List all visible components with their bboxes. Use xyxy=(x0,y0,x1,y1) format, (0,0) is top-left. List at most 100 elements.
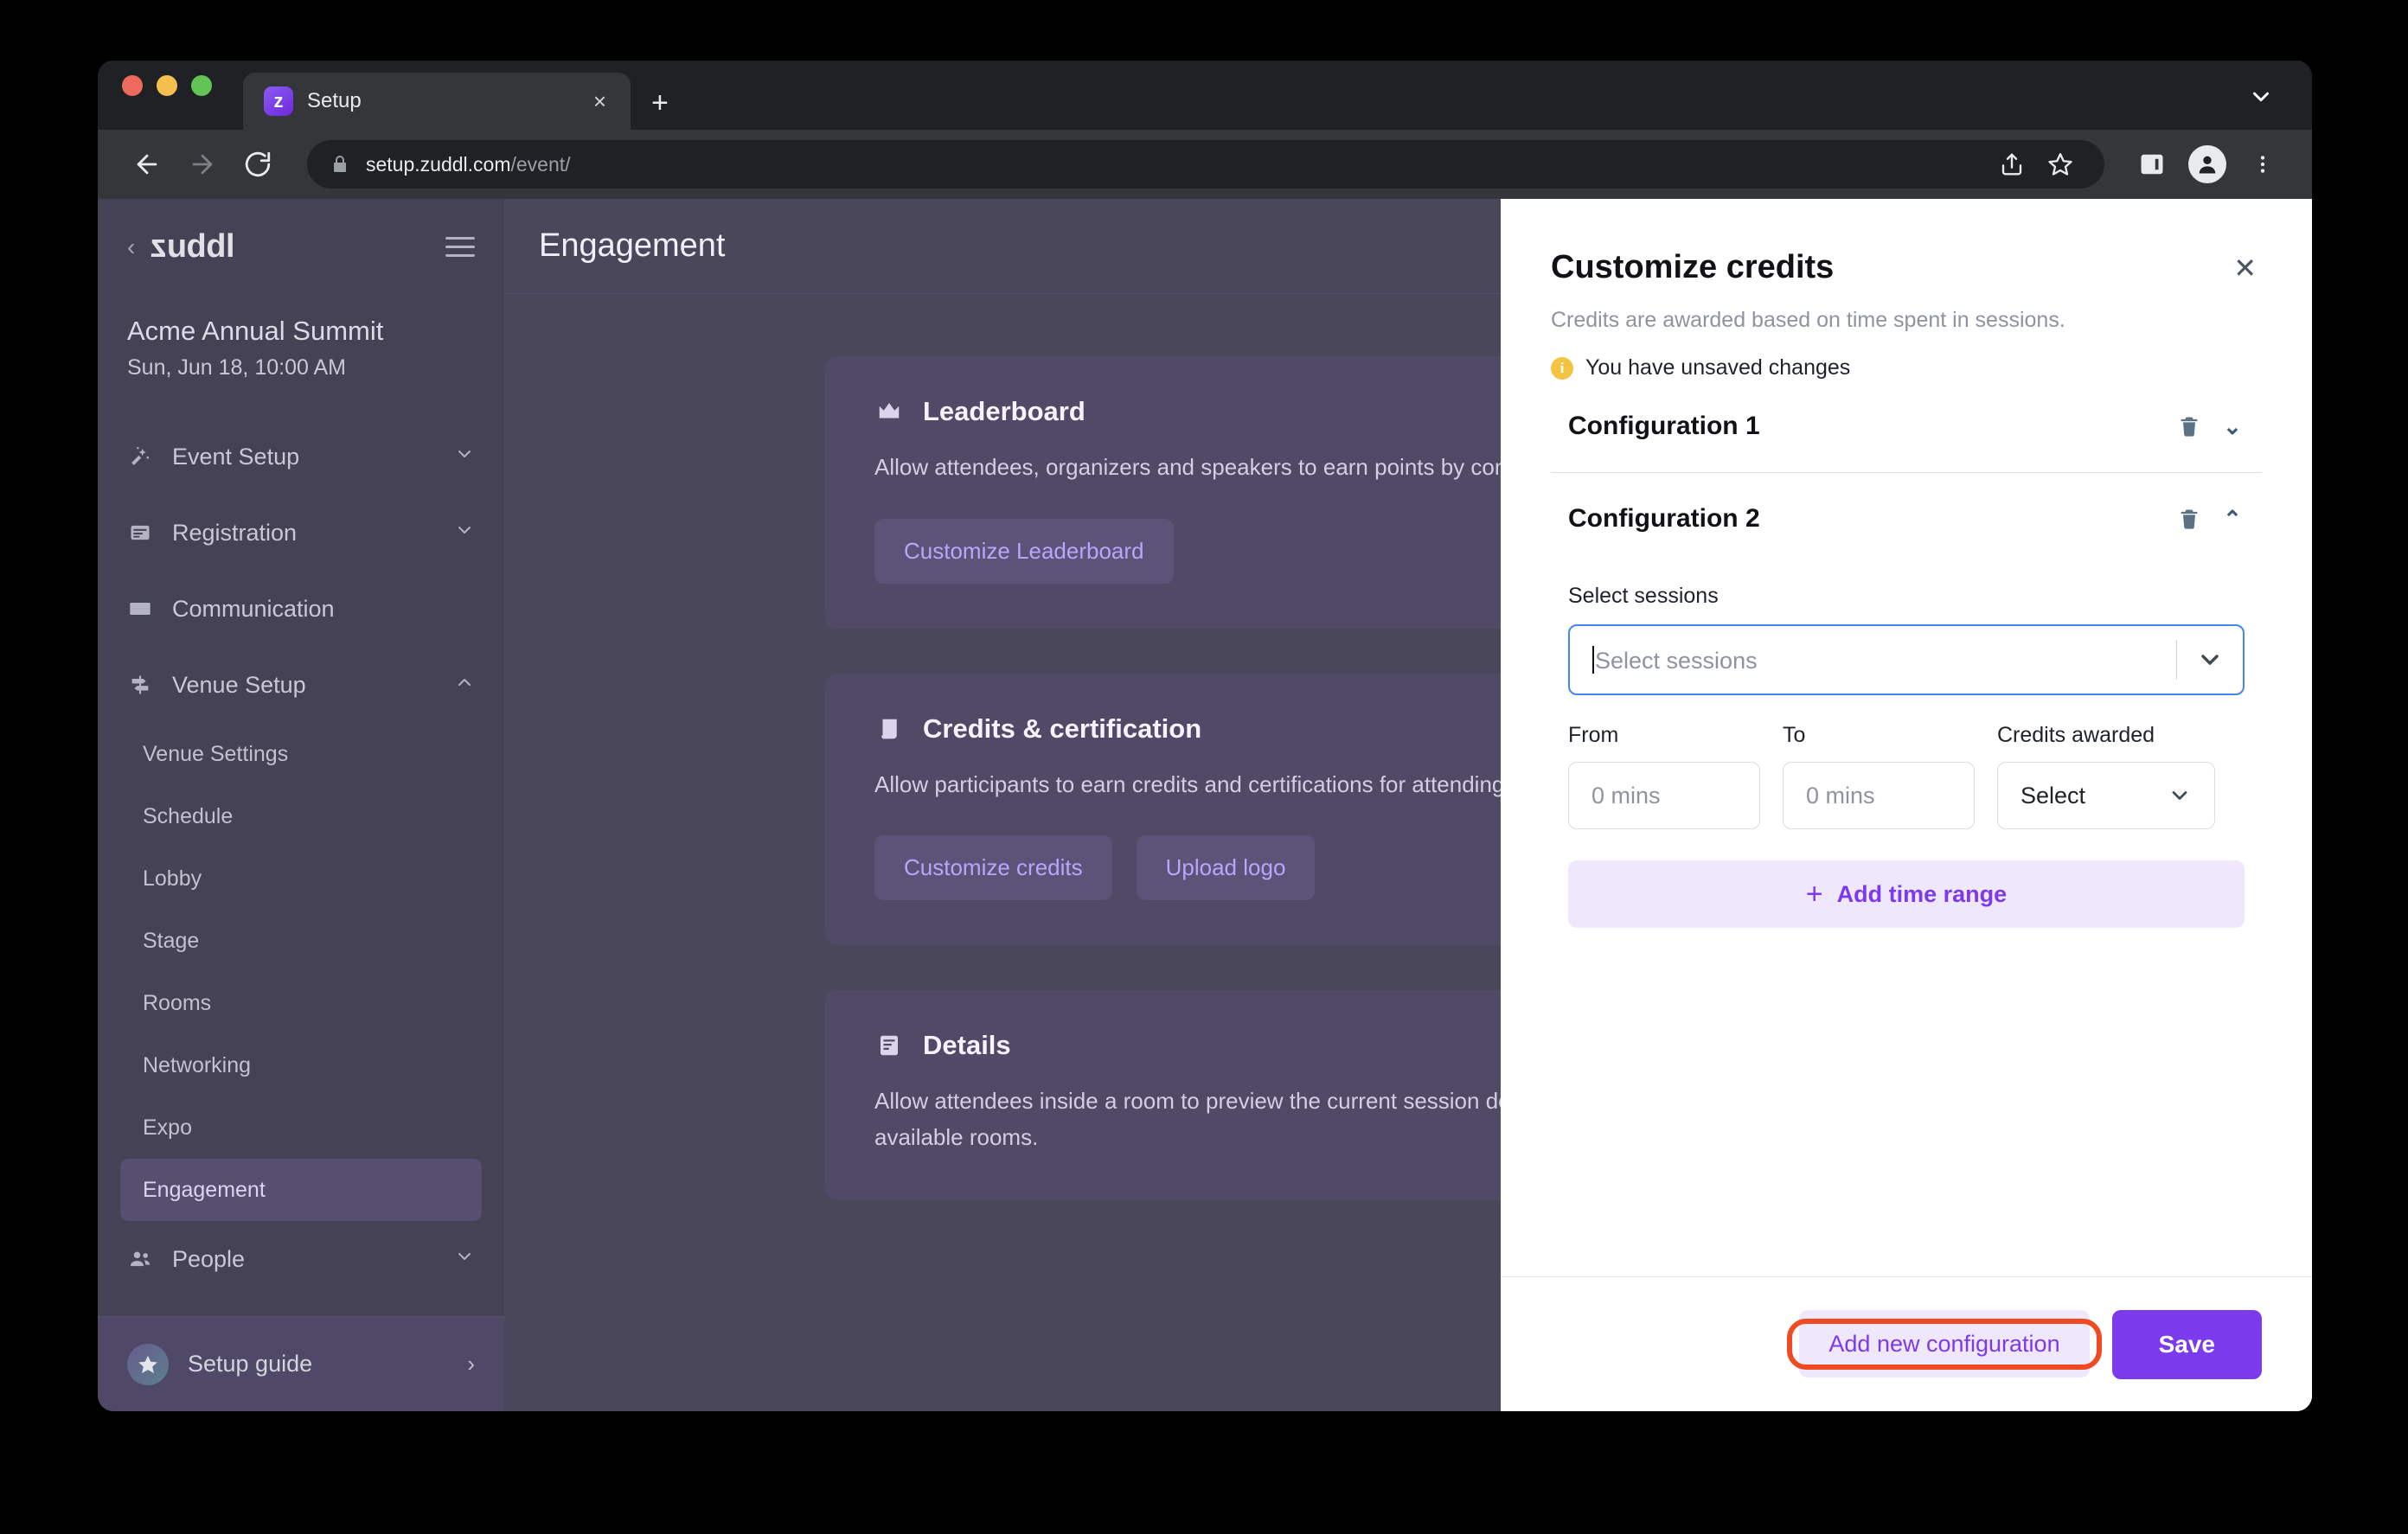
tab-title: Setup xyxy=(307,89,574,113)
split-view-icon[interactable] xyxy=(2129,141,2175,188)
new-tab-button[interactable]: + xyxy=(651,88,669,118)
browser-menu-icon[interactable] xyxy=(2239,141,2286,188)
plus-icon: + xyxy=(1806,879,1823,909)
customize-credits-panel: Customize credits ✕ Credits are awarded … xyxy=(1501,199,2312,1411)
to-input[interactable]: 0 mins xyxy=(1783,762,1975,829)
browser-window: z Setup × + setup.zuddl.com/event/ xyxy=(98,61,2312,1411)
configuration-row-2[interactable]: Configuration 2 ⌃ xyxy=(1551,473,2262,565)
select-sessions-label: Select sessions xyxy=(1568,584,2245,609)
browser-toolbar: setup.zuddl.com/event/ xyxy=(98,130,2312,199)
back-button[interactable] xyxy=(124,141,170,188)
credits-awarded-field: Credits awarded Select xyxy=(1997,723,2215,829)
certificate-icon xyxy=(874,714,904,744)
mail-icon xyxy=(127,596,153,622)
sidebar-item-engagement[interactable]: Engagement xyxy=(120,1159,482,1221)
profile-avatar[interactable] xyxy=(2184,141,2231,188)
select-sessions-input[interactable]: Select sessions xyxy=(1568,624,2245,695)
add-time-range-label: Add time range xyxy=(1837,881,2008,908)
sidebar-item-event-setup[interactable]: Event Setup xyxy=(98,419,504,495)
sidebar-item-schedule[interactable]: Schedule xyxy=(120,785,482,847)
close-tab-icon[interactable]: × xyxy=(588,86,612,116)
event-date: Sun, Jun 18, 10:00 AM xyxy=(127,355,475,380)
sidebar-item-expo[interactable]: Expo xyxy=(120,1096,482,1159)
add-new-configuration-button[interactable]: Add new configuration xyxy=(1799,1310,2089,1377)
chevron-down-icon[interactable] xyxy=(454,1246,475,1273)
chevron-up-icon[interactable]: ⌃ xyxy=(2220,506,2245,533)
reload-button[interactable] xyxy=(234,141,281,188)
sidebar-subitem-label: Networking xyxy=(143,1053,251,1078)
credits-awarded-label: Credits awarded xyxy=(1997,723,2215,748)
customize-credits-button[interactable]: Customize credits xyxy=(874,835,1112,900)
configuration-label: Configuration 1 xyxy=(1568,412,1760,441)
brand-row: ‹ zuddl xyxy=(127,228,475,265)
close-icon[interactable]: ✕ xyxy=(2228,249,2262,287)
sidebar-item-venue-settings[interactable]: Venue Settings xyxy=(120,723,482,785)
add-time-range-button[interactable]: + Add time range xyxy=(1568,860,2245,928)
chevron-down-icon[interactable] xyxy=(454,520,475,546)
customize-leaderboard-button[interactable]: Customize Leaderboard xyxy=(874,519,1174,584)
sidebar-item-communication[interactable]: Communication xyxy=(98,571,504,647)
forward-button[interactable] xyxy=(179,141,226,188)
share-icon[interactable] xyxy=(1990,143,2033,186)
url-path: /event/ xyxy=(510,153,570,176)
sidebar-item-registration[interactable]: Registration xyxy=(98,495,504,571)
info-icon: i xyxy=(1551,357,1573,380)
lock-icon xyxy=(330,154,350,175)
people-icon xyxy=(127,1246,153,1272)
sidebar-subitem-label: Schedule xyxy=(143,804,233,829)
sidebar-subitem-label: Expo xyxy=(143,1115,192,1141)
address-bar[interactable]: setup.zuddl.com/event/ xyxy=(307,140,2104,189)
panel-subtitle: Credits are awarded based on time spent … xyxy=(1551,308,2262,333)
credits-awarded-select[interactable]: Select xyxy=(1997,762,2215,829)
chevron-right-icon[interactable]: › xyxy=(467,1351,475,1377)
select-sessions-trigger[interactable] xyxy=(2176,640,2243,680)
chevron-down-icon[interactable]: ⌄ xyxy=(2220,413,2245,440)
sidebar-back-icon[interactable]: ‹ xyxy=(127,235,135,259)
sidebar-item-networking[interactable]: Networking xyxy=(120,1034,482,1096)
url-host: setup.zuddl.com xyxy=(366,153,510,176)
from-input[interactable]: 0 mins xyxy=(1568,762,1760,829)
time-range-row: From 0 mins To 0 mins Credits awarded Se… xyxy=(1568,723,2245,829)
browser-tab[interactable]: z Setup × xyxy=(243,73,631,130)
sidebar-item-venue-setup[interactable]: Venue Setup xyxy=(98,647,504,723)
chevron-down-icon[interactable] xyxy=(2177,646,2243,674)
event-name: Acme Annual Summit xyxy=(127,316,475,347)
star-icon xyxy=(127,1344,169,1385)
sidebar-item-lobby[interactable]: Lobby xyxy=(120,847,482,910)
save-button[interactable]: Save xyxy=(2112,1310,2262,1379)
upload-logo-button[interactable]: Upload logo xyxy=(1137,835,1316,900)
configuration-row-1[interactable]: Configuration 1 ⌄ xyxy=(1551,380,2262,473)
sidebar-subitem-label: Engagement xyxy=(143,1178,266,1203)
credits-awarded-value: Select xyxy=(2021,783,2085,809)
to-label: To xyxy=(1783,723,1975,748)
bookmark-star-icon[interactable] xyxy=(2039,143,2082,186)
crown-icon xyxy=(874,397,904,426)
chevron-down-icon[interactable] xyxy=(454,444,475,470)
sidebar-menu-icon[interactable] xyxy=(445,237,475,257)
trash-icon[interactable] xyxy=(2177,414,2201,438)
unsaved-changes-badge: i You have unsaved changes xyxy=(1551,355,2262,380)
trash-icon[interactable] xyxy=(2177,507,2201,531)
sidebar-subitem-label: Rooms xyxy=(143,991,211,1016)
page-title: Engagement xyxy=(539,227,726,265)
from-label: From xyxy=(1568,723,1760,748)
panel-title: Customize credits xyxy=(1551,249,1834,286)
sidebar-item-people[interactable]: People xyxy=(98,1221,504,1297)
omnibox-actions xyxy=(1990,143,2082,186)
chevron-down-icon xyxy=(2168,783,2192,808)
maximize-window-button[interactable] xyxy=(191,75,212,96)
chevron-up-icon[interactable] xyxy=(454,672,475,699)
page-viewport: ‹ zuddl Acme Annual Summit Sun, Jun 18, … xyxy=(98,199,2312,1411)
app-sidebar: ‹ zuddl Acme Annual Summit Sun, Jun 18, … xyxy=(98,199,504,1411)
close-window-button[interactable] xyxy=(122,75,143,96)
sidebar-item-rooms[interactable]: Rooms xyxy=(120,972,482,1034)
add-new-configuration-wrapper: Add new configuration xyxy=(1799,1331,2089,1358)
sidebar-item-stage[interactable]: Stage xyxy=(120,910,482,972)
minimize-window-button[interactable] xyxy=(157,75,177,96)
tab-list-chevron-down-icon[interactable] xyxy=(2248,84,2274,114)
to-field: To 0 mins xyxy=(1783,723,1975,829)
sidebar-subitem-label: Lobby xyxy=(143,866,202,892)
sidebar-item-setup-guide[interactable]: Setup guide › xyxy=(98,1316,504,1411)
sidebar-item-label: Registration xyxy=(172,520,297,546)
panel-header: Customize credits ✕ xyxy=(1551,249,2262,287)
